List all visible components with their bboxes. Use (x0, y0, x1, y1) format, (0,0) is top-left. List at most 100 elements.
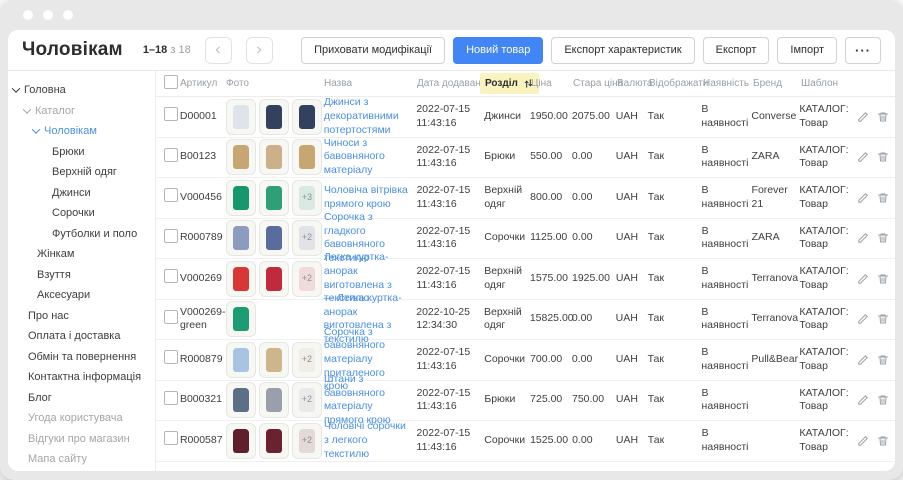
delete-button[interactable] (877, 354, 889, 366)
product-photo[interactable] (259, 220, 289, 256)
delete-button[interactable] (877, 232, 889, 244)
column-header-old[interactable]: Стара ціна (573, 77, 617, 90)
row-checkbox[interactable] (164, 310, 178, 324)
product-photo[interactable] (226, 423, 256, 459)
edit-button[interactable] (857, 435, 869, 447)
export-button[interactable]: Експорт (703, 37, 770, 64)
product-photo[interactable] (226, 220, 256, 256)
sidebar-item-4[interactable]: Верхній одяг (8, 162, 155, 183)
delete-button[interactable] (877, 394, 889, 406)
product-photo[interactable] (292, 99, 322, 135)
window-dot-icon[interactable] (63, 10, 73, 20)
row-checkbox[interactable] (164, 391, 178, 405)
import-button[interactable]: Імпорт (777, 37, 837, 64)
product-name-link[interactable]: Чоловічі сорочки з легкого текстилю (324, 420, 406, 459)
more-photos-badge[interactable]: +3 (292, 180, 322, 216)
column-header-price[interactable]: Ціна (531, 77, 573, 90)
next-page-button[interactable] (246, 37, 273, 64)
sidebar-item-5[interactable]: Джинси (8, 183, 155, 204)
product-name-link[interactable]: Чиноси з бавовняного матеріалу (324, 137, 385, 176)
new-product-button[interactable]: Новий товар (453, 37, 543, 64)
sidebar-item-0[interactable]: Головна (8, 80, 155, 101)
delete-button[interactable] (877, 435, 889, 447)
sidebar-item-1[interactable]: Каталог (8, 101, 155, 122)
select-all-checkbox[interactable] (164, 75, 178, 89)
edit-button[interactable] (857, 151, 869, 163)
column-header-brand[interactable]: Бренд (753, 77, 801, 90)
edit-button[interactable] (857, 232, 869, 244)
product-photo[interactable] (259, 342, 289, 378)
edit-button[interactable] (857, 313, 869, 325)
row-checkbox[interactable] (164, 350, 178, 364)
row-checkbox[interactable] (164, 269, 178, 283)
edit-button[interactable] (857, 192, 869, 204)
sidebar-item-8[interactable]: Жінкам (8, 244, 155, 265)
sidebar-item-16[interactable]: Угода користувача (8, 408, 155, 429)
sidebar-item-9[interactable]: Взуття (8, 265, 155, 286)
product-photo[interactable] (259, 382, 289, 418)
column-header-check[interactable] (156, 75, 180, 93)
edit-button[interactable] (857, 354, 869, 366)
column-header-tpl[interactable]: Шаблон (801, 77, 859, 90)
sidebar-item-17[interactable]: Відгуки про магазин (8, 429, 155, 450)
product-photo[interactable] (259, 139, 289, 175)
column-header-section[interactable]: Розділ (485, 73, 531, 94)
delete-button[interactable] (877, 273, 889, 285)
row-checkbox[interactable] (164, 148, 178, 162)
product-photo[interactable] (292, 139, 322, 175)
column-header-cur[interactable]: Валюта (617, 77, 649, 90)
hide-modifications-button[interactable]: Приховати модифікації (301, 37, 445, 64)
sidebar-item-18[interactable]: Мапа сайту (8, 449, 155, 470)
more-photos-badge[interactable]: +2 (292, 423, 322, 459)
row-checkbox[interactable] (164, 431, 178, 445)
product-photo[interactable] (226, 261, 256, 297)
sidebar-item-13[interactable]: Обмін та повернення (8, 347, 155, 368)
product-name-link[interactable]: Джинси з декоративними потертостями (324, 96, 399, 135)
window-dot-icon[interactable] (43, 10, 53, 20)
edit-button[interactable] (857, 111, 869, 123)
more-photos-badge[interactable]: +2 (292, 342, 322, 378)
column-header-avail[interactable]: Наявність (703, 77, 753, 90)
product-photo[interactable] (259, 180, 289, 216)
column-header-name[interactable]: Назва (324, 77, 417, 90)
sidebar-item-10[interactable]: Аксесуари (8, 285, 155, 306)
product-name-link[interactable]: Штани з бавовняного матеріалу прямого кр… (324, 373, 391, 426)
delete-button[interactable] (877, 111, 889, 123)
product-photo[interactable] (226, 382, 256, 418)
column-header-photo[interactable]: Фото (226, 77, 324, 90)
export-characteristics-button[interactable]: Експорт характеристик (551, 37, 694, 64)
product-photo[interactable] (226, 180, 256, 216)
column-header-date[interactable]: Дата додавання (417, 77, 485, 90)
product-photo[interactable] (226, 342, 256, 378)
row-checkbox[interactable] (164, 107, 178, 121)
product-photo[interactable] (259, 423, 289, 459)
sidebar-item-7[interactable]: Футболки и поло (8, 224, 155, 245)
more-photos-badge[interactable]: +2 (292, 261, 322, 297)
sidebar-item-15[interactable]: Блог (8, 388, 155, 409)
row-checkbox[interactable] (164, 229, 178, 243)
more-actions-button[interactable]: ··· (845, 37, 881, 64)
sidebar-item-2[interactable]: Чоловікам (8, 121, 155, 142)
sidebar-item-11[interactable]: Про нас (8, 306, 155, 327)
product-name-link[interactable]: Чоловіча вітрівка прямого крою (324, 184, 408, 210)
sidebar-item-12[interactable]: Оплата і доставка (8, 326, 155, 347)
product-photo[interactable] (226, 139, 256, 175)
more-photos-badge[interactable]: +2 (292, 220, 322, 256)
edit-button[interactable] (857, 394, 869, 406)
product-photo[interactable] (226, 99, 256, 135)
sidebar-item-6[interactable]: Сорочки (8, 203, 155, 224)
delete-button[interactable] (877, 313, 889, 325)
more-photos-badge[interactable]: +2 (292, 382, 322, 418)
window-dot-icon[interactable] (23, 10, 33, 20)
column-header-disp[interactable]: Відображати (649, 77, 703, 90)
delete-button[interactable] (877, 151, 889, 163)
row-checkbox[interactable] (164, 188, 178, 202)
sidebar-item-3[interactable]: Брюки (8, 142, 155, 163)
product-photo[interactable] (259, 99, 289, 135)
product-photo[interactable] (226, 301, 256, 337)
sidebar-item-14[interactable]: Контактна інформація (8, 367, 155, 388)
delete-button[interactable] (877, 192, 889, 204)
product-photo[interactable] (259, 261, 289, 297)
edit-button[interactable] (857, 273, 869, 285)
prev-page-button[interactable] (205, 37, 232, 64)
